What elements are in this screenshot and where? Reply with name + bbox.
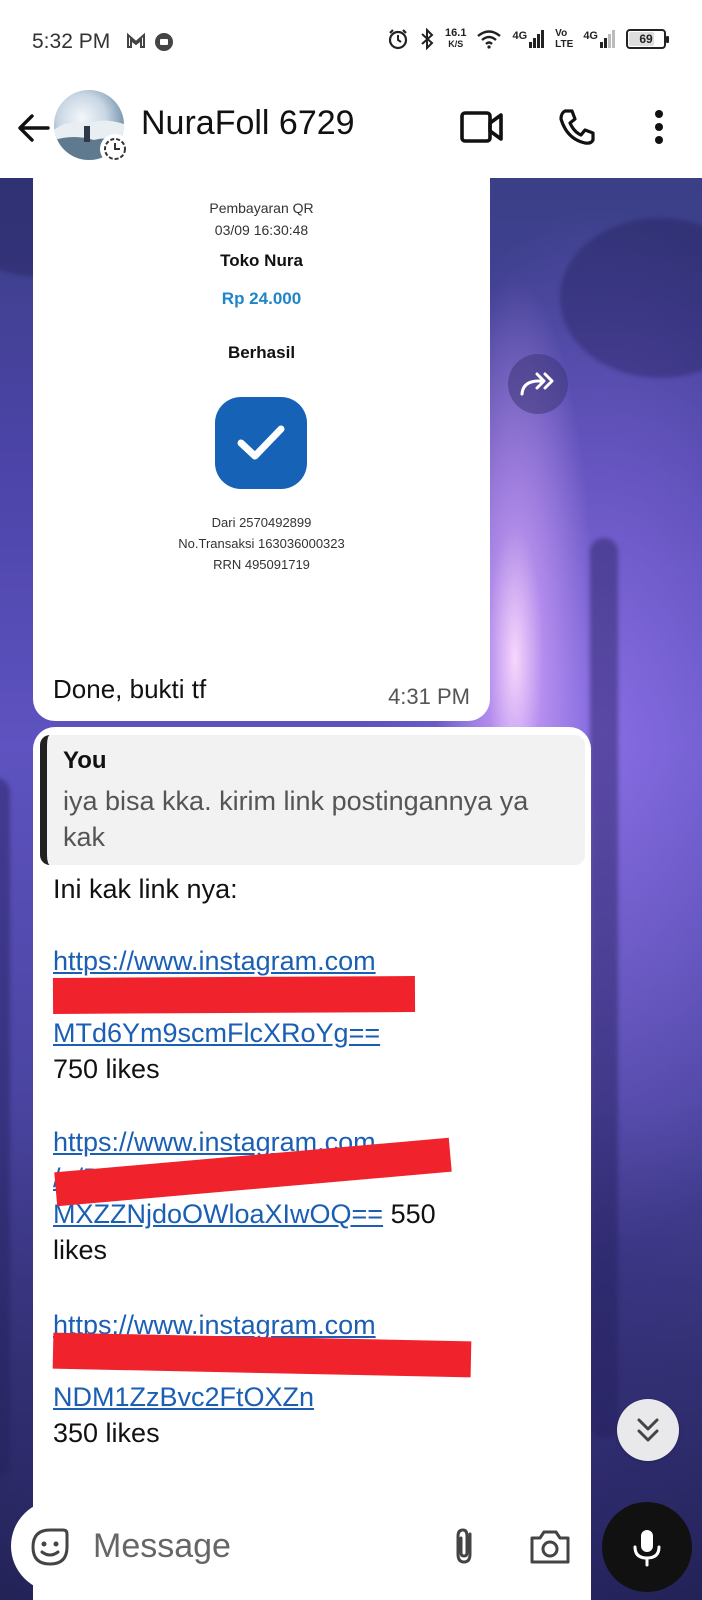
- message-composer: [11, 1500, 591, 1592]
- message-intro: Ini kak link nya:: [53, 874, 238, 904]
- more-vert-icon: [655, 110, 663, 144]
- redaction-mark: [52, 976, 416, 1014]
- image-caption: Done, bukti tf: [53, 674, 207, 704]
- attachment-icon: [456, 1528, 472, 1564]
- chat-area[interactable]: Pembayaran QR 03/09 16:30:48 Toko Nura R…: [0, 178, 702, 1600]
- wifi-icon: [477, 30, 502, 49]
- phone-icon: [559, 109, 595, 145]
- scroll-to-bottom-button[interactable]: [617, 1399, 679, 1461]
- background-trunk: [0, 778, 10, 1478]
- instagram-link-2-end[interactable]: MXZZNjdoOWloaXIwOQ==: [53, 1199, 383, 1229]
- battery-level: 69: [639, 32, 653, 46]
- redaction-mark: [52, 1332, 472, 1378]
- back-arrow-icon: [18, 114, 50, 142]
- status-time: 5:32 PM: [32, 30, 111, 53]
- volte-top: Vo: [555, 28, 568, 39]
- camera-button[interactable]: [527, 1524, 573, 1570]
- voice-message-button[interactable]: [602, 1502, 692, 1592]
- signal-bars-icon: [600, 30, 615, 48]
- receipt-amount: Rp 24.000: [221, 289, 302, 308]
- signal-bars-icon: [529, 30, 545, 48]
- net-speed: 16.1 K/S: [445, 28, 466, 50]
- chat-header: NuraFoll 6729: [0, 86, 702, 178]
- messenger-icon: [155, 33, 173, 51]
- forward-button[interactable]: [508, 354, 568, 414]
- payment-receipt-image[interactable]: Pembayaran QR 03/09 16:30:48 Toko Nura R…: [33, 178, 490, 648]
- quoted-reply[interactable]: You iya bisa kka. kirim link postinganny…: [40, 735, 585, 865]
- instagram-link-1[interactable]: https://www.instagram.com: [53, 943, 376, 979]
- alarm-icon: [388, 29, 408, 50]
- receipt-transaction: No.Transaksi 163036000323: [178, 536, 345, 551]
- video-call-icon: [460, 111, 503, 143]
- receipt-title: Pembayaran QR: [209, 200, 314, 216]
- likes-count-3: 350 likes: [53, 1418, 160, 1448]
- instagram-link-1-end[interactable]: MTd6Ym9scmFlcXRoYg==: [53, 1015, 380, 1051]
- receipt-store: Toko Nura: [220, 251, 303, 270]
- signal-1: 4G: [512, 30, 545, 48]
- gmail-icon: [127, 32, 145, 48]
- background-palm: [560, 218, 702, 378]
- success-check-badge: [215, 397, 307, 489]
- double-chevron-down-icon: [637, 1418, 659, 1442]
- status-bar: 5:32 PM 16.1 K/S 4G Vo LTE 4G 69: [0, 0, 702, 86]
- net-speed-unit: K/S: [448, 39, 464, 49]
- disappearing-timer-badge: [100, 134, 130, 164]
- volte-bottom: LTE: [555, 39, 574, 50]
- camera-icon: [530, 1530, 570, 1564]
- net-speed-value: 16.1: [445, 27, 467, 39]
- receipt-from: Dari 2570492899: [211, 515, 312, 530]
- signal-2-label: 4G: [583, 30, 598, 42]
- contact-name[interactable]: NuraFoll 6729: [141, 104, 355, 143]
- receipt-datetime: 03/09 16:30:48: [214, 222, 309, 238]
- mic-icon: [633, 1530, 661, 1567]
- image-message-bubble[interactable]: Pembayaran QR 03/09 16:30:48 Toko Nura R…: [33, 178, 490, 721]
- text-message-bubble[interactable]: You iya bisa kka. kirim link postinganny…: [33, 727, 591, 1600]
- likes-count-1: 750 likes: [53, 1054, 160, 1084]
- notification-icons: [126, 32, 174, 52]
- receipt-rrn: RRN 495091719: [213, 557, 310, 572]
- sticker-icon: [31, 1528, 69, 1566]
- quote-text: iya bisa kka. kirim link postingannya ya…: [63, 786, 529, 852]
- share-forward-icon: [520, 372, 554, 396]
- more-options-button[interactable]: [636, 104, 682, 150]
- signal-2: 4G: [583, 30, 616, 48]
- battery-indicator: 69: [626, 29, 669, 49]
- likes-count-2: 550: [383, 1199, 436, 1229]
- volte: Vo LTE: [555, 28, 573, 50]
- instagram-link-3-end[interactable]: NDM1ZzBvc2FtOXZn: [53, 1379, 314, 1415]
- system-icons: 16.1 K/S 4G Vo LTE 4G 69: [387, 28, 669, 50]
- quote-author: You: [63, 747, 107, 774]
- bluetooth-icon: [421, 28, 434, 50]
- signal-1-label: 4G: [512, 30, 528, 42]
- video-call-button[interactable]: [459, 104, 505, 150]
- voice-call-button[interactable]: [554, 104, 600, 150]
- sticker-button[interactable]: [27, 1524, 73, 1570]
- likes-label-2: likes: [53, 1235, 108, 1265]
- message-time: 4:31 PM: [388, 684, 470, 709]
- message-input[interactable]: [93, 1520, 413, 1572]
- timer-icon: [104, 138, 126, 160]
- background-trunk: [590, 538, 618, 1438]
- receipt-status: Berhasil: [227, 343, 296, 362]
- back-button[interactable]: [14, 108, 54, 148]
- attach-button[interactable]: [443, 1524, 487, 1568]
- checkmark-icon: [237, 425, 285, 460]
